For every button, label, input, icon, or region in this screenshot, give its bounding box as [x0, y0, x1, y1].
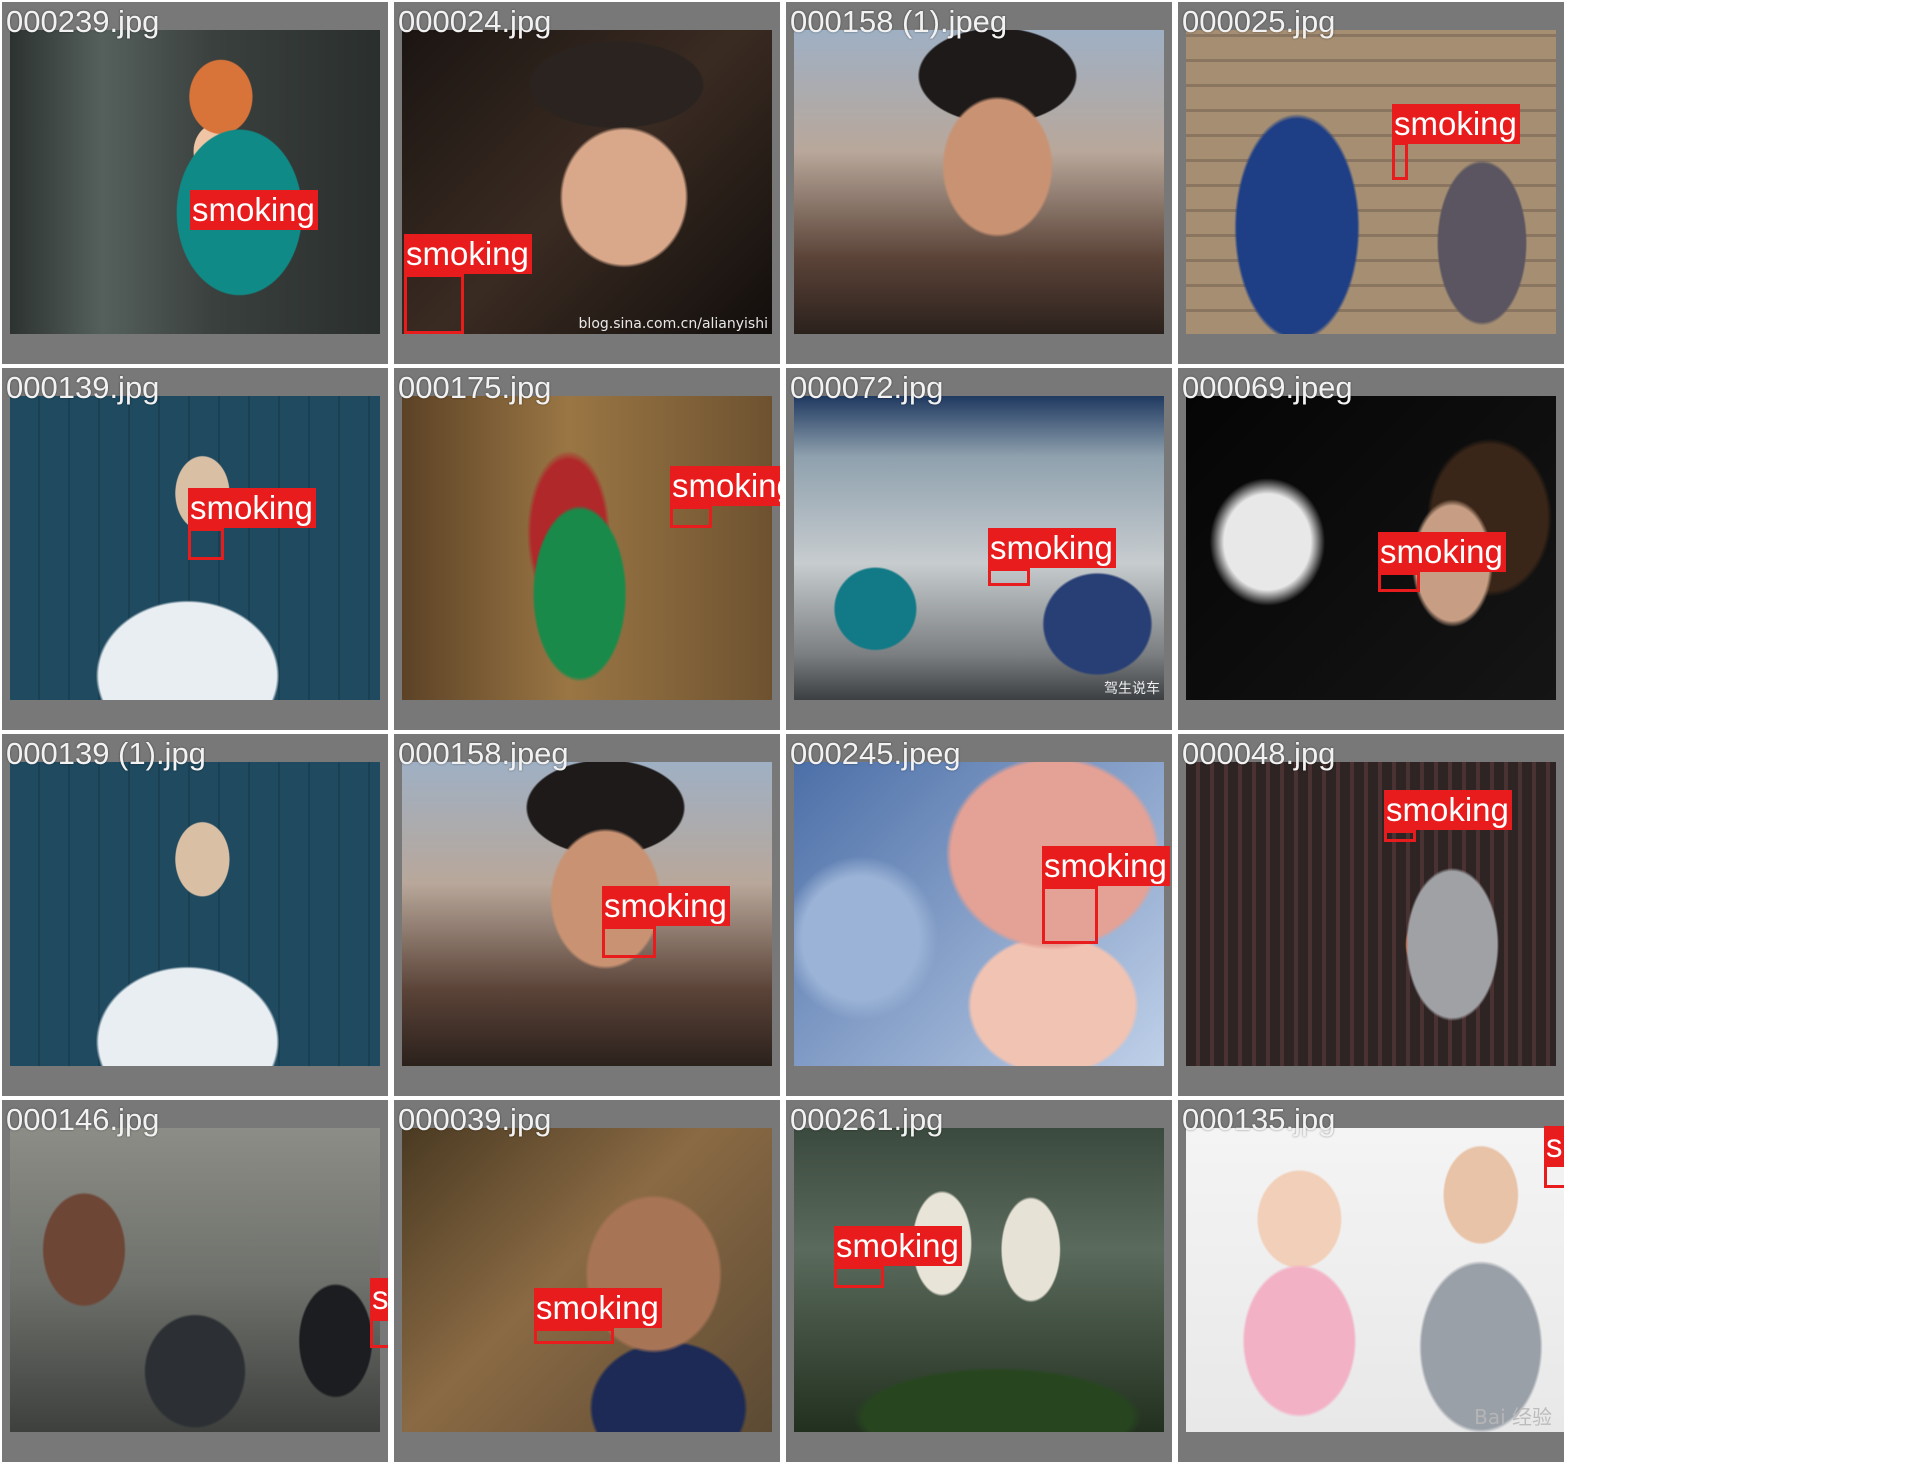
- detection-label: smoking: [1042, 846, 1170, 886]
- image-tile[interactable]: 000048.jpg smoking: [1178, 734, 1564, 1096]
- filename-label: 000025.jpg: [1182, 4, 1336, 39]
- detection: smoking: [786, 734, 1172, 1096]
- detection: smoking: [2, 368, 388, 730]
- image-grid: 000239.jpg smoking blog.sina.com.cn/aliany…: [0, 0, 1920, 1464]
- bounding-box: [1544, 1164, 1564, 1188]
- filename-label: 000039.jpg: [398, 1102, 552, 1137]
- detection-label: smokin: [1544, 1126, 1564, 1166]
- image-tile[interactable]: 000175.jpg smoking: [394, 368, 780, 730]
- image-tile[interactable]: 000239.jpg smoking: [2, 2, 388, 364]
- filename-label: 000069.jpeg: [1182, 370, 1353, 405]
- detection: smoking: [394, 2, 780, 364]
- image-tile[interactable]: Bai 经验000135.jpgsmokin: [1178, 1100, 1564, 1462]
- filename-label: 000024.jpg: [398, 4, 552, 39]
- image-tile[interactable]: 000069.jpeg smoking: [1178, 368, 1564, 730]
- detection-label: smoking: [188, 488, 316, 528]
- filename-label: 000175.jpg: [398, 370, 552, 405]
- bounding-box: [988, 568, 1030, 586]
- filename-label: 000158.jpeg: [398, 736, 569, 771]
- detection-label: smoking: [1384, 790, 1512, 830]
- detection: smoking: [2, 2, 388, 364]
- detection-label: smoking: [190, 190, 318, 230]
- image-tile[interactable]: 000261.jpg smoking: [786, 1100, 1172, 1462]
- bounding-box: [534, 1328, 614, 1344]
- detection: smokin: [1178, 1100, 1564, 1462]
- detection-label: smoking: [1378, 532, 1506, 572]
- detection: smoking: [394, 1100, 780, 1462]
- image-tile[interactable]: 驾生说车 000072.jpg smoking: [786, 368, 1172, 730]
- detection: smoking: [1178, 734, 1564, 1096]
- detection: smoking: [1178, 2, 1564, 364]
- bounding-box: [670, 506, 712, 528]
- detection-label: smoking: [988, 528, 1116, 568]
- bounding-box: [1042, 886, 1098, 944]
- detection-label: smoking: [602, 886, 730, 926]
- image-tile[interactable]: 000158 (1).jpeg: [786, 2, 1172, 364]
- bounding-box: [370, 1318, 388, 1348]
- filename-label: 000158 (1).jpeg: [790, 4, 1008, 39]
- detection: smoking: [786, 368, 1172, 730]
- image-tile[interactable]: 000139.jpg smoking: [2, 368, 388, 730]
- bounding-box: [602, 926, 656, 958]
- detection: smoking: [394, 368, 780, 730]
- bounding-box: [1392, 142, 1408, 180]
- filename-label: 000146.jpg: [6, 1102, 160, 1137]
- detection-label: smoking: [404, 234, 532, 274]
- filename-label: 000135.jpg: [1182, 1102, 1336, 1137]
- image-thumbnail: [794, 30, 1164, 334]
- detection-label: smoking: [534, 1288, 662, 1328]
- image-tile[interactable]: 000139 (1).jpg: [2, 734, 388, 1096]
- filename-label: 000048.jpg: [1182, 736, 1336, 771]
- filename-label: 000261.jpg: [790, 1102, 944, 1137]
- detection-label: smoking: [370, 1278, 388, 1318]
- bounding-box: [1378, 572, 1420, 592]
- filename-label: 000239.jpg: [6, 4, 160, 39]
- image-thumbnail: [10, 762, 380, 1066]
- bounding-box: [834, 1266, 884, 1288]
- bounding-box: [1384, 830, 1416, 842]
- filename-label: 000245.jpeg: [790, 736, 961, 771]
- image-tile[interactable]: 000025.jpg smoking: [1178, 2, 1564, 364]
- detection-label: smoking: [834, 1226, 962, 1266]
- detection: smoking: [1178, 368, 1564, 730]
- image-tile[interactable]: 000158.jpeg smoking: [394, 734, 780, 1096]
- filename-label: 000139 (1).jpg: [6, 736, 206, 771]
- bounding-box: [404, 274, 464, 334]
- image-tile[interactable]: 000146.jpg smoking: [2, 1100, 388, 1462]
- image-tile[interactable]: 000039.jpg smoking: [394, 1100, 780, 1462]
- image-tile[interactable]: blog.sina.com.cn/alianyishi 000024.jpg smo…: [394, 2, 780, 364]
- detection: smoking: [786, 1100, 1172, 1462]
- bounding-box: [188, 528, 224, 560]
- detection-label: smoking: [670, 466, 780, 506]
- filename-label: 000072.jpg: [790, 370, 944, 405]
- detection-label: smoking: [1392, 104, 1520, 144]
- detection: smoking: [2, 1100, 388, 1462]
- filename-label: 000139.jpg: [6, 370, 160, 405]
- detection: smoking: [394, 734, 780, 1096]
- image-tile[interactable]: 000245.jpeg smoking: [786, 734, 1172, 1096]
